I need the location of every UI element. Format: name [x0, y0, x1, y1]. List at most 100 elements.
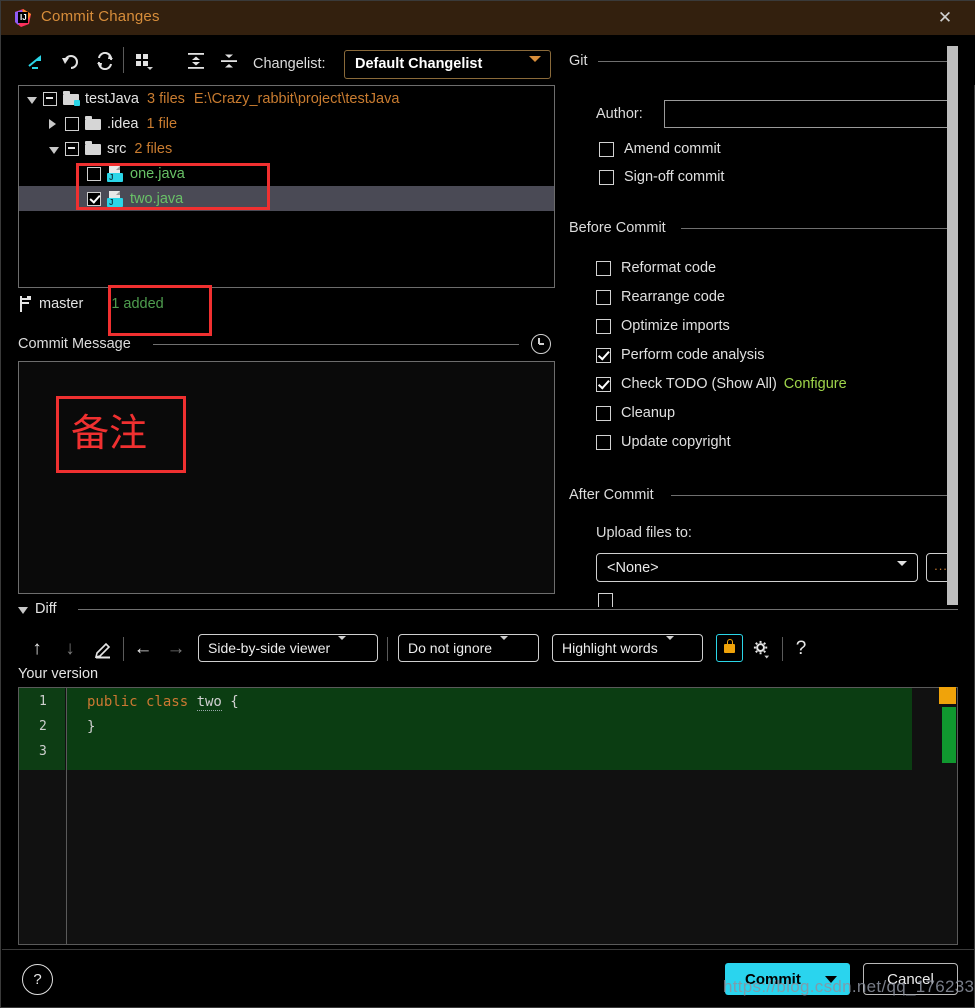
expand-all-icon[interactable] — [183, 49, 209, 73]
collapse-all-icon[interactable] — [216, 49, 242, 73]
checkbox[interactable] — [599, 141, 614, 157]
diff-token: } — [87, 719, 96, 735]
clock-history-icon[interactable] — [531, 334, 551, 354]
edit-source-icon[interactable] — [91, 633, 115, 665]
checkbox-label: Rearrange code — [621, 289, 725, 305]
refresh-icon[interactable] — [92, 49, 118, 73]
previous-difference-icon[interactable]: ↑ — [26, 633, 48, 665]
tree-row[interactable]: Jtwo.java — [19, 186, 554, 211]
before-commit-checkbox-cleanup[interactable]: Cleanup — [596, 405, 675, 421]
chevron-down-icon — [500, 636, 509, 656]
git-checkbox-sign-off-commit[interactable]: Sign-off commit — [599, 169, 724, 185]
before-commit-checkbox-check-todo-show-all[interactable]: Check TODO (Show All) Configure — [596, 376, 847, 392]
checkbox[interactable] — [596, 289, 611, 305]
revert-icon[interactable] — [58, 49, 84, 73]
tree-row-checkbox[interactable] — [65, 141, 79, 156]
checkbox[interactable] — [596, 260, 611, 276]
changelist-label: Changelist: — [253, 56, 326, 72]
checkbox[interactable] — [599, 169, 614, 185]
tree-row[interactable]: .idea 1 file — [19, 111, 554, 136]
tree-row-name: .idea — [107, 115, 139, 132]
diff-line-number: 1 — [39, 694, 47, 709]
tree-row[interactable]: Jone.java — [19, 161, 554, 186]
changes-file-tree[interactable]: testJava 3 files E:\Crazy_rabbit\project\t… — [18, 85, 555, 288]
accept-right-icon[interactable]: → — [164, 633, 188, 665]
next-difference-icon[interactable]: ↓ — [59, 633, 81, 665]
ignore-mode-select[interactable]: Do not ignore — [398, 634, 539, 662]
show-diff-icon[interactable] — [23, 49, 49, 73]
viewer-mode-value: Side-by-side viewer — [208, 640, 331, 656]
chevron-down-icon — [665, 636, 674, 656]
before-commit-section-rule — [681, 228, 948, 229]
chevron-down-icon[interactable] — [49, 141, 65, 157]
lock-icon[interactable] — [716, 634, 743, 662]
checkbox-label: Check TODO (Show All) — [621, 376, 777, 392]
commit-message-section-rule — [153, 344, 519, 345]
viewer-mode-select[interactable]: Side-by-side viewer — [198, 634, 378, 662]
question-mark-icon[interactable]: ? — [790, 633, 812, 665]
accept-left-icon[interactable]: ← — [131, 633, 155, 665]
tree-row-name: src — [107, 140, 127, 157]
tree-row-file-count: 3 files — [147, 90, 185, 107]
chevron-down-icon — [897, 561, 907, 582]
folder-icon — [85, 116, 101, 130]
annotation-note-label: 备注 — [71, 411, 148, 455]
gear-icon[interactable] — [749, 633, 773, 665]
help-button[interactable]: ? — [22, 964, 53, 995]
diff-scrollbar-thumb[interactable] — [942, 707, 956, 763]
git-checkbox-amend-commit[interactable]: Amend commit — [599, 141, 721, 157]
tree-row-name: two.java — [130, 190, 184, 207]
checkbox-label: Cleanup — [621, 405, 676, 421]
tree-row-checkbox[interactable] — [65, 116, 79, 131]
highlight-mode-select[interactable]: Highlight words — [552, 634, 703, 662]
checkbox[interactable] — [596, 376, 611, 392]
before-commit-checkbox-perform-code-analysis[interactable]: Perform code analysis — [596, 347, 764, 363]
diff-section-header[interactable]: Diff — [18, 601, 57, 617]
after-commit-section-title: After Commit — [569, 487, 654, 503]
before-commit-checkbox-rearrange-code[interactable]: Rearrange code — [596, 289, 725, 305]
right-panel-scrollbar[interactable] — [947, 46, 958, 605]
before-commit-checkbox-reformat-code[interactable]: Reformat code — [596, 260, 716, 276]
before-commit-checkbox-optimize-imports[interactable]: Optimize imports — [596, 318, 730, 334]
tree-row-checkbox[interactable] — [87, 166, 101, 181]
configure-link[interactable]: Configure — [784, 376, 847, 392]
git-section-rule — [598, 61, 948, 62]
upload-files-label: Upload files to: — [596, 525, 692, 541]
close-icon[interactable]: ✕ — [922, 1, 968, 35]
chevron-down-icon — [529, 56, 541, 78]
tree-row[interactable]: src 2 files — [19, 136, 554, 161]
java-file-icon: J — [107, 190, 124, 207]
diff-section-title: Diff — [35, 601, 57, 617]
checkbox[interactable] — [596, 318, 611, 334]
author-label: Author: — [596, 106, 643, 122]
tree-row[interactable]: testJava 3 files E:\Crazy_rabbit\project\t… — [19, 86, 554, 111]
before-commit-checkbox-update-copyright[interactable]: Update copyright — [596, 434, 731, 450]
diff-viewer[interactable]: 1 public class two {2} 3 — [18, 687, 958, 945]
chevron-right-icon[interactable] — [49, 116, 65, 132]
ignore-mode-value: Do not ignore — [408, 640, 493, 656]
checkbox[interactable] — [596, 405, 611, 421]
changelist-value: Default Changelist — [355, 56, 483, 72]
upload-target-select[interactable]: <None> — [596, 553, 918, 582]
group-by-icon[interactable] — [132, 49, 158, 73]
tree-row-path: E:\Crazy_rabbit\project\testJava — [193, 90, 400, 107]
footer-divider — [2, 949, 975, 950]
chevron-down-icon[interactable] — [27, 91, 43, 107]
changelist-select[interactable]: Default Changelist — [344, 50, 551, 79]
tree-row-checkbox[interactable] — [87, 191, 101, 206]
java-file-icon: J — [107, 165, 124, 182]
checkbox[interactable] — [596, 347, 611, 363]
folder-modified-icon — [63, 91, 80, 106]
tree-row-file-count: 2 files — [134, 140, 173, 157]
after-commit-extra-checkbox[interactable] — [598, 593, 613, 607]
diff-line-number: 2 — [39, 719, 47, 734]
author-field[interactable] — [664, 100, 954, 128]
tree-row-checkbox[interactable] — [43, 91, 57, 106]
after-commit-section-rule — [671, 495, 948, 496]
commit-message-input[interactable] — [18, 361, 555, 594]
intellij-idea-icon: IJ — [13, 8, 33, 28]
twisty-glyph — [27, 96, 37, 104]
twisty-glyph — [49, 118, 56, 129]
checkbox[interactable] — [596, 434, 611, 450]
commit-changes-dialog: IJ Commit Changes ✕ Changelist: Default … — [0, 0, 975, 1008]
